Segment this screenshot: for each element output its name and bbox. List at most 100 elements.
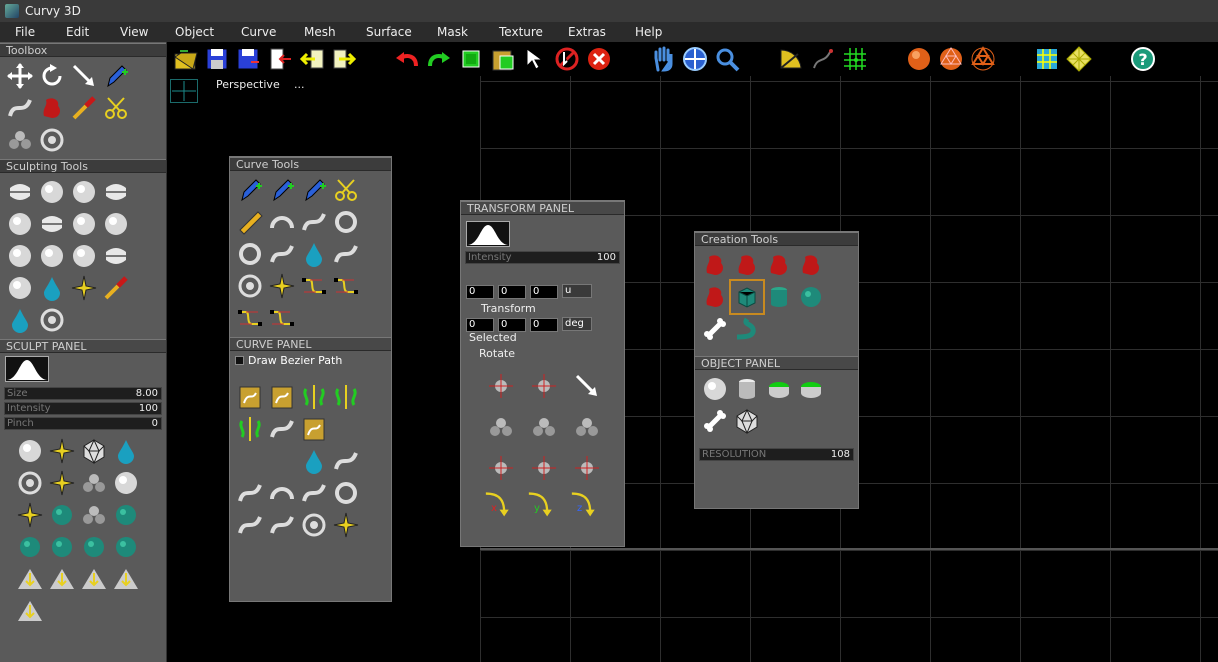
pyramid-d-icon[interactable] bbox=[110, 563, 142, 595]
sparkle-icon[interactable] bbox=[68, 272, 100, 304]
pyramid-c-icon[interactable] bbox=[78, 563, 110, 595]
swirl-icon[interactable] bbox=[330, 238, 362, 270]
paint-brush-icon[interactable] bbox=[36, 92, 68, 124]
curve-d-icon[interactable] bbox=[234, 509, 266, 541]
path-add-icon[interactable] bbox=[330, 270, 362, 302]
menu-view[interactable]: View bbox=[118, 25, 150, 39]
moon-icon[interactable] bbox=[110, 467, 142, 499]
circle-b-icon[interactable] bbox=[330, 477, 362, 509]
move-axis-icon[interactable] bbox=[479, 365, 522, 406]
circle-icon[interactable] bbox=[330, 206, 362, 238]
object-shape-icon[interactable] bbox=[699, 373, 731, 405]
pyramid-a-icon[interactable] bbox=[14, 563, 46, 595]
copy-object-icon[interactable] bbox=[457, 45, 485, 73]
rotate-tool-icon[interactable] bbox=[36, 60, 68, 92]
curve-b-icon[interactable] bbox=[234, 477, 266, 509]
hammer-tool-icon[interactable] bbox=[68, 92, 100, 124]
menu-curve[interactable]: Curve bbox=[239, 25, 278, 39]
center-z-icon[interactable] bbox=[565, 447, 608, 488]
tube-a-icon[interactable] bbox=[110, 499, 142, 531]
undo-icon[interactable] bbox=[393, 45, 421, 73]
bone-icon[interactable] bbox=[699, 313, 731, 345]
no-select-icon[interactable] bbox=[553, 45, 581, 73]
help-icon[interactable]: ? bbox=[1129, 45, 1157, 73]
carve-icon[interactable] bbox=[68, 240, 100, 272]
tube-c-icon[interactable] bbox=[46, 531, 78, 563]
import-icon[interactable] bbox=[266, 45, 294, 73]
red-ring-icon[interactable] bbox=[14, 467, 46, 499]
red-s-icon[interactable] bbox=[795, 249, 827, 281]
smooth-icon[interactable] bbox=[68, 176, 100, 208]
menu-edit[interactable]: Edit bbox=[64, 25, 91, 39]
draw-bezier-checkbox[interactable] bbox=[235, 356, 244, 365]
triangle-icon[interactable] bbox=[78, 435, 110, 467]
move-diag-icon[interactable] bbox=[565, 365, 608, 406]
clip-curve-icon[interactable] bbox=[234, 381, 266, 413]
curve-a-icon[interactable] bbox=[330, 445, 362, 477]
curve-e-icon[interactable] bbox=[266, 509, 298, 541]
scale-tool-icon[interactable] bbox=[68, 60, 100, 92]
tube-b-icon[interactable] bbox=[14, 531, 46, 563]
mirror-a-icon[interactable] bbox=[298, 381, 330, 413]
save-as-icon[interactable] bbox=[234, 45, 262, 73]
drop-a-icon[interactable] bbox=[298, 445, 330, 477]
scale-group-icon[interactable] bbox=[479, 406, 522, 447]
menu-object[interactable]: Object bbox=[173, 25, 216, 39]
ruler-icon[interactable] bbox=[234, 206, 266, 238]
tube-d-icon[interactable] bbox=[78, 531, 110, 563]
transform-intensity-slider[interactable]: Intensity 100 bbox=[465, 251, 620, 264]
select-arrow-icon[interactable] bbox=[521, 45, 549, 73]
hammer-alt-icon[interactable] bbox=[100, 92, 132, 124]
mirror-b-icon[interactable] bbox=[330, 381, 362, 413]
water-drop-icon[interactable] bbox=[36, 272, 68, 304]
arc-icon[interactable] bbox=[266, 206, 298, 238]
object-icosa-icon[interactable] bbox=[731, 405, 763, 437]
red-pen-icon[interactable] bbox=[266, 174, 298, 206]
magnet-b-icon[interactable] bbox=[298, 509, 330, 541]
move-tool-icon[interactable] bbox=[4, 60, 36, 92]
translate-x-input[interactable]: 0 bbox=[466, 285, 494, 299]
s-curve-icon[interactable] bbox=[266, 238, 298, 270]
target-icon[interactable] bbox=[36, 304, 68, 336]
twist-icon[interactable] bbox=[68, 208, 100, 240]
sphere-outline-icon[interactable] bbox=[969, 45, 997, 73]
flatten-icon[interactable] bbox=[100, 176, 132, 208]
burst-icon[interactable] bbox=[14, 499, 46, 531]
ridge-icon[interactable] bbox=[100, 240, 132, 272]
drop-curve-icon[interactable] bbox=[298, 238, 330, 270]
lasso-tool-icon[interactable] bbox=[4, 92, 36, 124]
object-cylinder-icon[interactable] bbox=[731, 373, 763, 405]
sphere-wire-icon[interactable] bbox=[937, 45, 965, 73]
viewport-layout-icon[interactable] bbox=[170, 79, 198, 103]
clip-refresh-icon[interactable] bbox=[266, 381, 298, 413]
add-point-icon[interactable] bbox=[100, 60, 132, 92]
pyramid-b-icon[interactable] bbox=[46, 563, 78, 595]
object-bone-icon[interactable] bbox=[699, 405, 731, 437]
diamond-grid-icon[interactable] bbox=[1065, 45, 1093, 73]
save-icon[interactable] bbox=[203, 45, 231, 73]
brush-falloff-swatch[interactable] bbox=[5, 356, 49, 382]
transform-falloff-swatch[interactable] bbox=[466, 221, 510, 247]
intensity-slider[interactable]: Intensity 100 bbox=[4, 402, 162, 415]
menu-surface[interactable]: Surface bbox=[364, 25, 414, 39]
scissors-icon[interactable] bbox=[330, 174, 362, 206]
cube-icon[interactable] bbox=[729, 279, 765, 315]
menu-file[interactable]: File bbox=[13, 25, 37, 39]
pinch-icon[interactable] bbox=[36, 176, 68, 208]
spread-icon[interactable] bbox=[522, 406, 565, 447]
rotate-x-input[interactable]: 0 bbox=[466, 318, 494, 332]
open-folder-icon[interactable] bbox=[171, 45, 199, 73]
rotate-z-input[interactable]: 0 bbox=[530, 318, 558, 332]
cluster-icon[interactable] bbox=[78, 499, 110, 531]
pyramid-e-icon[interactable] bbox=[14, 595, 46, 627]
center-x-icon[interactable] bbox=[479, 447, 522, 488]
menu-mask[interactable]: Mask bbox=[435, 25, 470, 39]
clay-icon[interactable] bbox=[4, 272, 36, 304]
viewport-label[interactable]: Perspective bbox=[216, 78, 280, 91]
object-disc-icon[interactable] bbox=[763, 373, 795, 405]
paste-object-icon[interactable] bbox=[489, 45, 517, 73]
size-slider[interactable]: Size 8.00 bbox=[4, 387, 162, 400]
viewport-menu-dots[interactable]: ... bbox=[294, 78, 305, 91]
sphere-shade-icon[interactable] bbox=[905, 45, 933, 73]
align-icon[interactable] bbox=[565, 406, 608, 447]
